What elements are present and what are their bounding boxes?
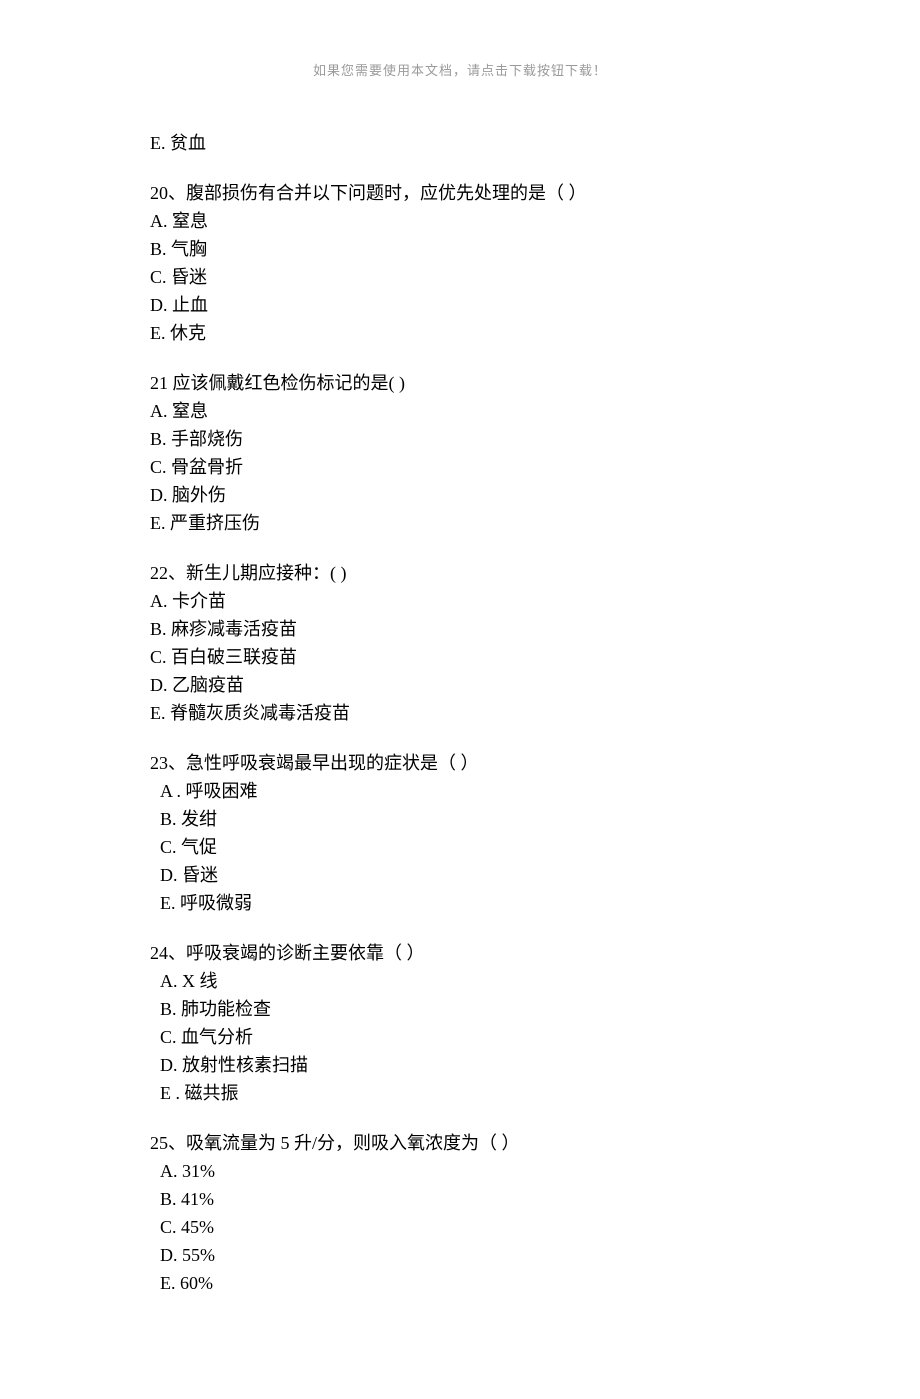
question-block: 20、腹部损伤有合并以下问题时，应优先处理的是（ ）A. 窒息B. 气胸C. 昏… bbox=[150, 179, 770, 347]
question-option: C. 气促 bbox=[150, 833, 770, 861]
question-option: C. 百白破三联疫苗 bbox=[150, 643, 770, 671]
question-option: C. 45% bbox=[150, 1213, 770, 1241]
question-option: B. 发绀 bbox=[150, 805, 770, 833]
question-option: E. 呼吸微弱 bbox=[150, 889, 770, 917]
question-option: E . 磁共振 bbox=[150, 1079, 770, 1107]
question-option: B. 41% bbox=[150, 1185, 770, 1213]
question-option: A . 呼吸困难 bbox=[150, 777, 770, 805]
question-stem: 22、新生儿期应接种：( ) bbox=[150, 559, 770, 587]
question-option: D. 乙脑疫苗 bbox=[150, 671, 770, 699]
question-option: A. X 线 bbox=[150, 967, 770, 995]
questions-container: 20、腹部损伤有合并以下问题时，应优先处理的是（ ）A. 窒息B. 气胸C. 昏… bbox=[150, 179, 770, 1297]
orphan-option: E. 贫血 bbox=[150, 129, 770, 157]
question-stem: 21 应该佩戴红色检伤标记的是( ) bbox=[150, 369, 770, 397]
question-option: B. 手部烧伤 bbox=[150, 425, 770, 453]
question-block: 25、吸氧流量为 5 升/分，则吸入氧浓度为（ ）A. 31%B. 41%C. … bbox=[150, 1129, 770, 1297]
question-option: C. 骨盆骨折 bbox=[150, 453, 770, 481]
question-block: 23、急性呼吸衰竭最早出现的症状是（ ）A . 呼吸困难B. 发绀C. 气促D.… bbox=[150, 749, 770, 917]
header-download-note: 如果您需要使用本文档，请点击下载按钮下载！ bbox=[150, 60, 770, 79]
document-page: 如果您需要使用本文档，请点击下载按钮下载！ E. 贫血 20、腹部损伤有合并以下… bbox=[0, 0, 920, 1399]
question-option: B. 气胸 bbox=[150, 235, 770, 263]
question-stem: 20、腹部损伤有合并以下问题时，应优先处理的是（ ） bbox=[150, 179, 770, 207]
question-stem: 25、吸氧流量为 5 升/分，则吸入氧浓度为（ ） bbox=[150, 1129, 770, 1157]
question-block: 21 应该佩戴红色检伤标记的是( )A. 窒息B. 手部烧伤C. 骨盆骨折D. … bbox=[150, 369, 770, 537]
question-option: D. 昏迷 bbox=[150, 861, 770, 889]
question-option: D. 放射性核素扫描 bbox=[150, 1051, 770, 1079]
question-block: 24、呼吸衰竭的诊断主要依靠（ ）A. X 线B. 肺功能检查C. 血气分析D.… bbox=[150, 939, 770, 1107]
question-option: A. 窒息 bbox=[150, 397, 770, 425]
question-option: C. 血气分析 bbox=[150, 1023, 770, 1051]
question-option: B. 肺功能检查 bbox=[150, 995, 770, 1023]
question-stem: 24、呼吸衰竭的诊断主要依靠（ ） bbox=[150, 939, 770, 967]
question-option: E. 休克 bbox=[150, 319, 770, 347]
question-option: E. 60% bbox=[150, 1269, 770, 1297]
question-option: D. 55% bbox=[150, 1241, 770, 1269]
question-stem: 23、急性呼吸衰竭最早出现的症状是（ ） bbox=[150, 749, 770, 777]
question-option: D. 止血 bbox=[150, 291, 770, 319]
question-option: B. 麻疹减毒活疫苗 bbox=[150, 615, 770, 643]
question-block: 22、新生儿期应接种：( )A. 卡介苗B. 麻疹减毒活疫苗C. 百白破三联疫苗… bbox=[150, 559, 770, 727]
question-option: D. 脑外伤 bbox=[150, 481, 770, 509]
question-option: A. 卡介苗 bbox=[150, 587, 770, 615]
question-option: E. 脊髓灰质炎减毒活疫苗 bbox=[150, 699, 770, 727]
question-option: A. 窒息 bbox=[150, 207, 770, 235]
question-option: A. 31% bbox=[150, 1157, 770, 1185]
question-option: E. 严重挤压伤 bbox=[150, 509, 770, 537]
question-option: C. 昏迷 bbox=[150, 263, 770, 291]
